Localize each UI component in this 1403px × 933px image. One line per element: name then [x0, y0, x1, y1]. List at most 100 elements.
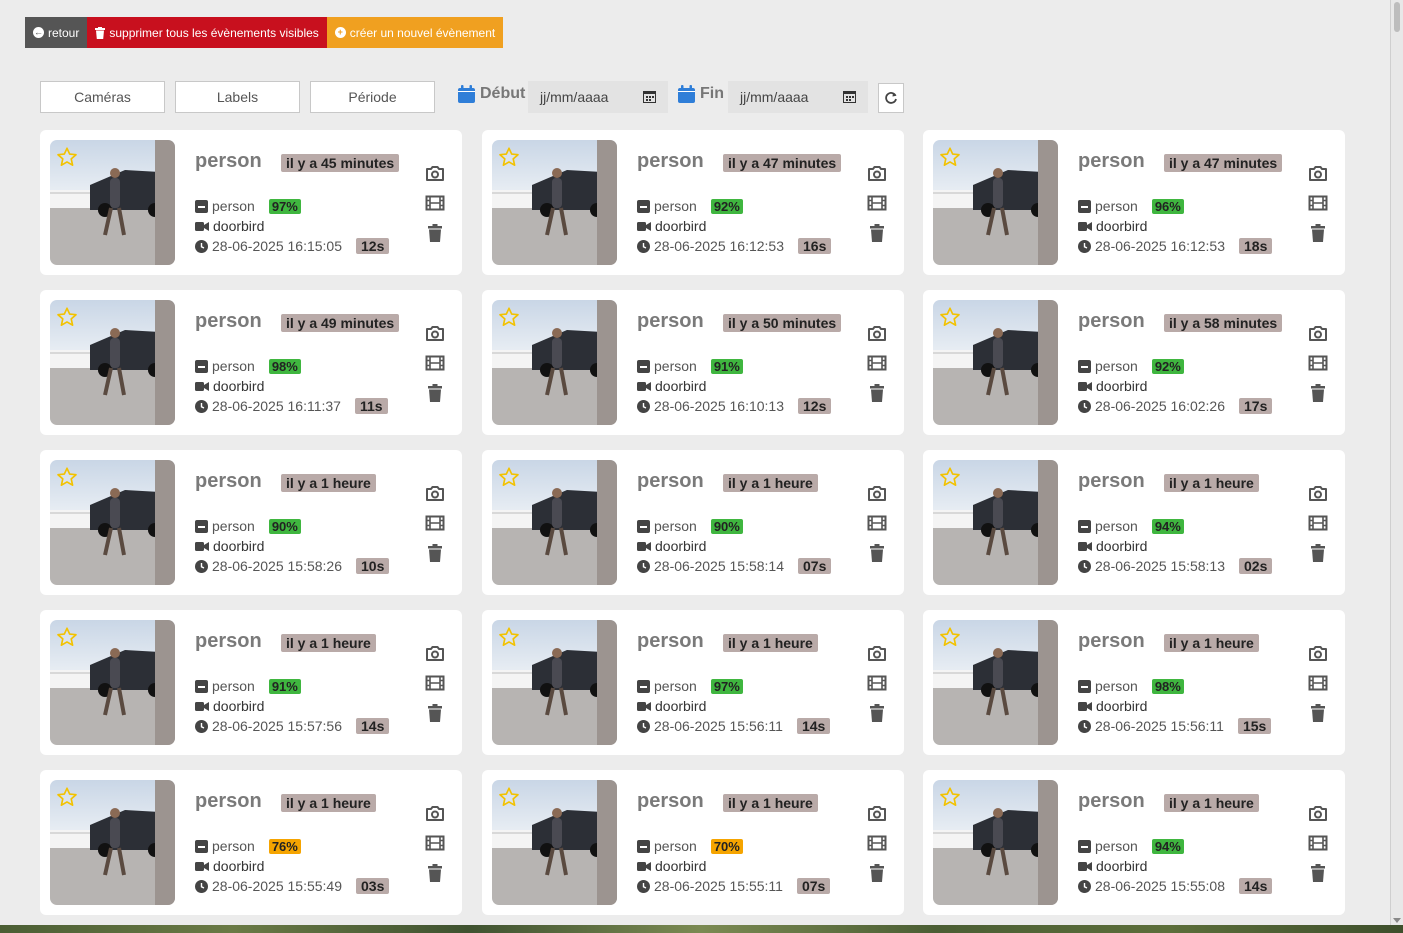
trash-icon[interactable] — [1308, 863, 1328, 883]
delete-all-visible-button[interactable]: supprimer tous les évènements visibles — [87, 17, 327, 48]
event-card[interactable]: person il y a 45 minutes person 97% door… — [40, 130, 462, 275]
film-icon[interactable] — [425, 193, 445, 213]
event-thumbnail[interactable] — [933, 780, 1058, 905]
camera-icon[interactable] — [1308, 643, 1328, 663]
date-picker-icon[interactable] — [843, 90, 856, 103]
film-icon[interactable] — [867, 193, 887, 213]
new-event-button[interactable]: + créer un nouvel évènement — [326, 17, 504, 48]
trash-icon[interactable] — [867, 863, 887, 883]
film-icon[interactable] — [1308, 673, 1328, 693]
camera-icon[interactable] — [1308, 803, 1328, 823]
event-thumbnail[interactable] — [492, 620, 617, 745]
labels-filter-button[interactable]: Labels — [175, 81, 300, 113]
event-thumbnail[interactable] — [933, 620, 1058, 745]
event-card[interactable]: person il y a 47 minutes person 92% door… — [482, 130, 904, 275]
trash-icon[interactable] — [1308, 543, 1328, 563]
star-icon[interactable] — [939, 466, 961, 488]
event-card[interactable]: person il y a 50 minutes person 91% door… — [482, 290, 904, 435]
refresh-button[interactable] — [878, 83, 904, 113]
event-card[interactable]: person il y a 1 heure person 76% doorbir… — [40, 770, 462, 915]
star-icon[interactable] — [498, 306, 520, 328]
camera-icon[interactable] — [1308, 483, 1328, 503]
trash-icon[interactable] — [867, 383, 887, 403]
film-icon[interactable] — [867, 833, 887, 853]
trash-icon[interactable] — [1308, 703, 1328, 723]
film-icon[interactable] — [425, 673, 445, 693]
star-icon[interactable] — [56, 626, 78, 648]
event-card[interactable]: person il y a 1 heure person 70% doorbir… — [482, 770, 904, 915]
back-button[interactable]: ← retour — [25, 17, 88, 48]
event-card[interactable]: person il y a 1 heure person 94% doorbir… — [923, 770, 1345, 915]
trash-icon[interactable] — [425, 863, 445, 883]
scrollbar-thumb[interactable] — [1394, 2, 1400, 32]
camera-icon[interactable] — [867, 163, 887, 183]
start-date-input[interactable]: jj/mm/aaaa — [528, 81, 668, 113]
trash-icon[interactable] — [867, 703, 887, 723]
camera-icon[interactable] — [867, 323, 887, 343]
event-card[interactable]: person il y a 58 minutes person 92% door… — [923, 290, 1345, 435]
event-thumbnail[interactable] — [50, 780, 175, 905]
film-icon[interactable] — [867, 513, 887, 533]
camera-icon[interactable] — [867, 803, 887, 823]
period-filter-button[interactable]: Période — [310, 81, 435, 113]
event-thumbnail[interactable] — [492, 460, 617, 585]
star-icon[interactable] — [56, 146, 78, 168]
star-icon[interactable] — [498, 626, 520, 648]
trash-icon[interactable] — [1308, 383, 1328, 403]
event-thumbnail[interactable] — [50, 140, 175, 265]
film-icon[interactable] — [425, 833, 445, 853]
event-card[interactable]: person il y a 1 heure person 91% doorbir… — [40, 610, 462, 755]
event-card[interactable]: person il y a 1 heure person 94% doorbir… — [923, 450, 1345, 595]
film-icon[interactable] — [425, 353, 445, 373]
star-icon[interactable] — [498, 146, 520, 168]
star-icon[interactable] — [939, 146, 961, 168]
camera-icon[interactable] — [425, 323, 445, 343]
star-icon[interactable] — [56, 466, 78, 488]
event-thumbnail[interactable] — [492, 780, 617, 905]
film-icon[interactable] — [1308, 513, 1328, 533]
trash-icon[interactable] — [425, 543, 445, 563]
event-thumbnail[interactable] — [933, 140, 1058, 265]
star-icon[interactable] — [498, 466, 520, 488]
event-thumbnail[interactable] — [933, 300, 1058, 425]
star-icon[interactable] — [56, 786, 78, 808]
star-icon[interactable] — [939, 306, 961, 328]
event-card[interactable]: person il y a 1 heure person 90% doorbir… — [40, 450, 462, 595]
event-thumbnail[interactable] — [50, 620, 175, 745]
event-thumbnail[interactable] — [50, 460, 175, 585]
camera-icon[interactable] — [425, 643, 445, 663]
film-icon[interactable] — [1308, 353, 1328, 373]
scroll-down-arrow-icon[interactable] — [1393, 918, 1401, 923]
camera-icon[interactable] — [425, 163, 445, 183]
star-icon[interactable] — [498, 786, 520, 808]
trash-icon[interactable] — [1308, 223, 1328, 243]
event-thumbnail[interactable] — [492, 140, 617, 265]
event-thumbnail[interactable] — [933, 460, 1058, 585]
camera-icon[interactable] — [425, 803, 445, 823]
camera-icon[interactable] — [1308, 163, 1328, 183]
film-icon[interactable] — [867, 353, 887, 373]
event-card[interactable]: person il y a 47 minutes person 96% door… — [923, 130, 1345, 275]
event-thumbnail[interactable] — [492, 300, 617, 425]
trash-icon[interactable] — [867, 543, 887, 563]
star-icon[interactable] — [939, 626, 961, 648]
trash-icon[interactable] — [867, 223, 887, 243]
scrollbar[interactable] — [1391, 0, 1403, 925]
event-card[interactable]: person il y a 49 minutes person 98% door… — [40, 290, 462, 435]
trash-icon[interactable] — [425, 223, 445, 243]
event-card[interactable]: person il y a 1 heure person 90% doorbir… — [482, 450, 904, 595]
camera-icon[interactable] — [867, 483, 887, 503]
event-card[interactable]: person il y a 1 heure person 97% doorbir… — [482, 610, 904, 755]
trash-icon[interactable] — [425, 383, 445, 403]
film-icon[interactable] — [425, 513, 445, 533]
star-icon[interactable] — [56, 306, 78, 328]
film-icon[interactable] — [1308, 193, 1328, 213]
star-icon[interactable] — [939, 786, 961, 808]
date-picker-icon[interactable] — [643, 90, 656, 103]
camera-icon[interactable] — [867, 643, 887, 663]
cameras-filter-button[interactable]: Caméras — [40, 81, 165, 113]
event-card[interactable]: person il y a 1 heure person 98% doorbir… — [923, 610, 1345, 755]
film-icon[interactable] — [867, 673, 887, 693]
film-icon[interactable] — [1308, 833, 1328, 853]
end-date-input[interactable]: jj/mm/aaaa — [728, 81, 868, 113]
